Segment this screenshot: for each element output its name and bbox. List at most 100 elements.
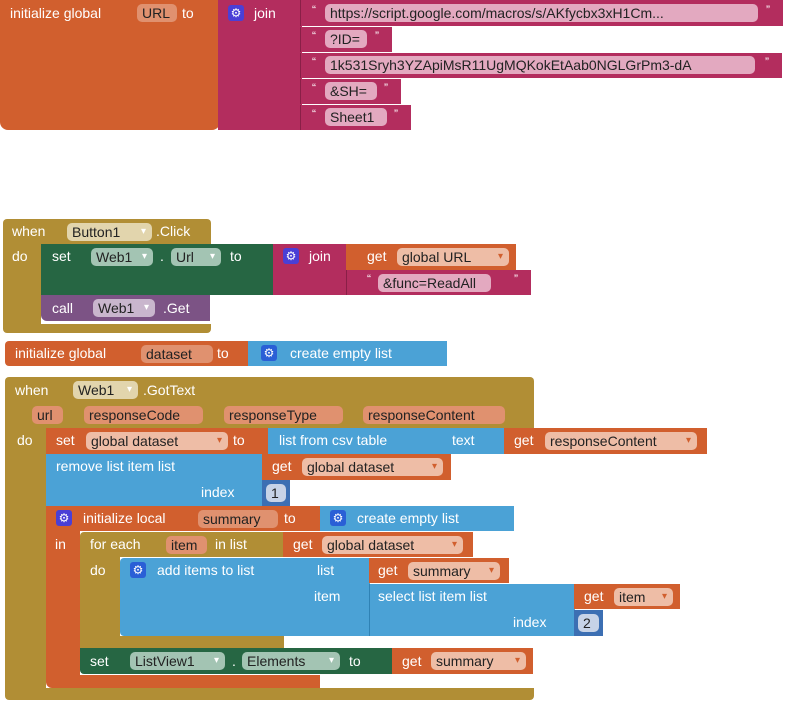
chevron-down-icon: ▾ — [216, 435, 222, 446]
set-listview1-elements-block[interactable] — [80, 648, 393, 674]
chevron-down-icon: ▾ — [213, 655, 219, 666]
chevron-down-icon: ▾ — [141, 251, 147, 262]
quote-open-icon: “ — [312, 55, 316, 69]
number-field[interactable]: 1 — [266, 484, 286, 502]
quote-close-icon: ” — [766, 3, 770, 17]
dot-label: . — [160, 248, 164, 264]
variable-name: responseContent — [550, 433, 657, 449]
variable-dropdown[interactable]: summary ▾ — [431, 652, 526, 670]
gear-icon[interactable]: ⚙ — [130, 562, 146, 578]
chevron-down-icon: ▾ — [143, 302, 149, 313]
var-name-summary[interactable]: summary — [198, 510, 278, 528]
to-label: to — [284, 510, 296, 526]
chevron-down-icon: ▾ — [140, 226, 146, 237]
component-dropdown[interactable]: Web1 ▾ — [73, 381, 138, 399]
variable-name: summary — [413, 563, 471, 579]
add-items-label: add items to list — [157, 562, 255, 578]
chevron-down-icon: ▾ — [661, 591, 667, 602]
variable-name: global dataset — [91, 433, 179, 449]
to-label: to — [182, 5, 194, 21]
list-label: list — [317, 562, 335, 578]
quote-close-icon: ” — [375, 29, 379, 43]
item-label: item — [314, 588, 341, 604]
set-label: set — [56, 432, 75, 448]
when-label: when — [15, 382, 49, 398]
var-name-url[interactable]: URL — [137, 4, 177, 22]
variable-dropdown[interactable]: global dataset ▾ — [322, 536, 463, 554]
chevron-down-icon: ▾ — [488, 565, 494, 576]
create-empty-list-label: create empty list — [357, 510, 459, 526]
gear-icon[interactable]: ⚙ — [228, 5, 244, 21]
remove-label: remove list item list — [56, 458, 176, 474]
init-label: initialize global — [15, 345, 107, 361]
create-empty-list-label: create empty list — [290, 345, 392, 361]
string-field[interactable]: ?ID= — [325, 30, 367, 48]
quote-close-icon: ” — [514, 272, 518, 286]
to-label: to — [217, 345, 229, 361]
component-dropdown[interactable]: Web1 ▾ — [91, 248, 153, 266]
gear-icon[interactable]: ⚙ — [283, 248, 299, 264]
string-field[interactable]: &func=ReadAll — [378, 274, 491, 292]
index-label: index — [201, 484, 235, 500]
property-dropdown[interactable]: Elements ▾ — [242, 652, 340, 670]
text-label: text — [452, 432, 475, 448]
string-field[interactable]: &SH= — [325, 82, 377, 100]
init-local-label: initialize local — [83, 510, 166, 526]
number-field[interactable]: 2 — [578, 614, 599, 632]
dot-label: . — [232, 653, 236, 669]
variable-name: global URL — [402, 249, 472, 265]
variable-name: item — [619, 589, 646, 605]
chevron-down-icon: ▾ — [451, 539, 457, 550]
property-dropdown[interactable]: Url ▾ — [171, 248, 221, 266]
quote-close-icon: ” — [394, 107, 398, 121]
var-name-dataset[interactable]: dataset — [141, 345, 213, 363]
component-name: ListView1 — [135, 653, 195, 669]
chevron-down-icon: ▾ — [126, 384, 132, 395]
init-label: initialize global — [10, 5, 102, 21]
quote-open-icon: “ — [312, 81, 316, 95]
string-field[interactable]: Sheet1 — [325, 108, 387, 126]
component-dropdown[interactable]: Button1 ▾ — [67, 223, 152, 241]
component-dropdown[interactable]: ListView1 ▾ — [130, 652, 225, 670]
chevron-down-icon: ▾ — [514, 655, 520, 666]
quote-close-icon: ” — [384, 81, 388, 95]
param-responsetype[interactable]: responseType — [224, 406, 343, 424]
gear-icon[interactable]: ⚙ — [330, 510, 346, 526]
param-responsecode[interactable]: responseCode — [84, 406, 203, 424]
get-label: get — [378, 562, 398, 578]
set-label: set — [52, 248, 71, 264]
do-label: do — [90, 562, 106, 578]
get-label: get — [367, 248, 387, 264]
variable-name: global dataset — [327, 537, 415, 553]
gear-icon[interactable]: ⚙ — [261, 345, 277, 361]
chevron-down-icon: ▾ — [431, 461, 437, 472]
variable-dropdown[interactable]: responseContent ▾ — [545, 432, 697, 450]
variable-dropdown[interactable]: summary ▾ — [408, 562, 500, 580]
to-label: to — [233, 432, 245, 448]
do-label: do — [17, 432, 33, 448]
chevron-down-icon: ▾ — [328, 655, 334, 666]
get-label: get — [402, 653, 422, 669]
gear-icon[interactable]: ⚙ — [56, 510, 72, 526]
string-field[interactable]: 1k531Sryh3YZApiMsR11UgMQKokEtAab0NGLGrPm… — [325, 56, 755, 74]
component-dropdown[interactable]: Web1 ▾ — [93, 299, 155, 317]
in-label: in — [55, 536, 66, 552]
quote-open-icon: “ — [312, 107, 316, 121]
to-label: to — [230, 248, 242, 264]
foreach-label: for each — [90, 536, 141, 552]
var-name-item[interactable]: item — [166, 536, 207, 554]
component-name: Web1 — [98, 300, 135, 316]
variable-dropdown[interactable]: global dataset ▾ — [86, 432, 228, 450]
variable-dropdown[interactable]: global URL ▾ — [397, 248, 509, 266]
quote-open-icon: “ — [312, 3, 316, 17]
quote-open-icon: “ — [367, 272, 371, 286]
get-label: get — [514, 432, 534, 448]
param-responsecontent[interactable]: responseContent — [363, 406, 505, 424]
variable-dropdown[interactable]: global dataset ▾ — [302, 458, 443, 476]
get-label: get — [293, 536, 313, 552]
in-list-label: in list — [215, 536, 247, 552]
param-url[interactable]: url — [32, 406, 63, 424]
when-label: when — [12, 223, 46, 239]
string-field[interactable]: https://script.google.com/macros/s/AKfyc… — [325, 4, 758, 22]
variable-dropdown[interactable]: item ▾ — [614, 588, 673, 606]
